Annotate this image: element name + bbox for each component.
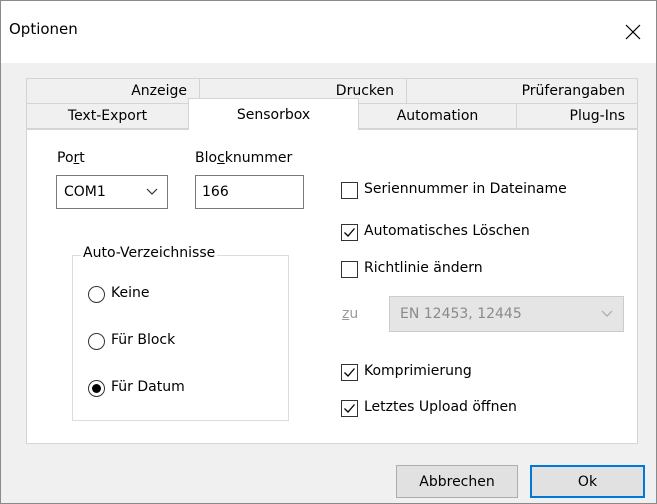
radio-keine-label: Keine — [111, 285, 150, 301]
tab-sensorbox[interactable]: Sensorbox — [188, 98, 359, 130]
checkmark-icon — [344, 368, 355, 377]
chevron-down-icon — [146, 188, 158, 195]
tab-prueferangaben[interactable]: Prüferangaben — [406, 78, 638, 104]
tab-plug-ins[interactable]: Plug-Ins — [516, 103, 638, 129]
port-label: Port — [57, 150, 85, 166]
checkbox-seriennummer[interactable] — [341, 182, 358, 199]
richtlinie-value: EN 12453, 12445 — [400, 306, 522, 322]
radio-keine[interactable] — [88, 286, 105, 303]
checkbox-seriennummer-label: Seriennummer in Dateiname — [364, 181, 567, 197]
checkbox-automatisches-loeschen[interactable] — [341, 224, 358, 241]
checkbox-komprimierung-label: Komprimierung — [364, 363, 472, 379]
checkbox-letztes-upload-label: Letztes Upload öffnen — [364, 399, 517, 415]
checkmark-icon — [344, 228, 355, 237]
port-select[interactable]: COM1 — [56, 175, 168, 209]
cancel-button[interactable]: Abbrechen — [396, 465, 518, 498]
checkmark-icon — [344, 404, 355, 413]
checkbox-richtlinie-aendern-label: Richtlinie ändern — [364, 260, 483, 276]
tab-text-export[interactable]: Text-Export — [26, 103, 189, 129]
tab-anzeige[interactable]: Anzeige — [26, 78, 200, 104]
tab-automation[interactable]: Automation — [358, 103, 517, 129]
close-button[interactable] — [610, 1, 656, 63]
auto-verzeichnisse-legend: Auto-Verzeichnisse — [81, 245, 218, 261]
port-value: COM1 — [64, 184, 106, 200]
checkbox-automatisches-loeschen-label: Automatisches Löschen — [364, 223, 530, 239]
blocknummer-label: Blocknummer — [195, 150, 293, 166]
zu-label: zu — [342, 306, 359, 322]
window-title: Optionen — [9, 20, 78, 38]
radio-fuer-datum-label: Für Datum — [111, 379, 185, 395]
richtlinie-select: EN 12453, 12445 — [389, 296, 624, 332]
checkbox-komprimierung[interactable] — [341, 364, 358, 381]
radio-fuer-block-label: Für Block — [111, 332, 176, 348]
checkbox-letztes-upload[interactable] — [341, 400, 358, 417]
radio-fuer-datum[interactable] — [88, 380, 105, 397]
ok-button[interactable]: Ok — [530, 465, 645, 498]
chevron-down-icon — [601, 310, 613, 317]
checkbox-richtlinie-aendern[interactable] — [341, 261, 358, 278]
title-bar: Optionen — [1, 1, 656, 63]
radio-fuer-block[interactable] — [88, 333, 105, 350]
blocknummer-field[interactable]: 166 — [195, 175, 304, 209]
close-icon — [625, 24, 641, 40]
